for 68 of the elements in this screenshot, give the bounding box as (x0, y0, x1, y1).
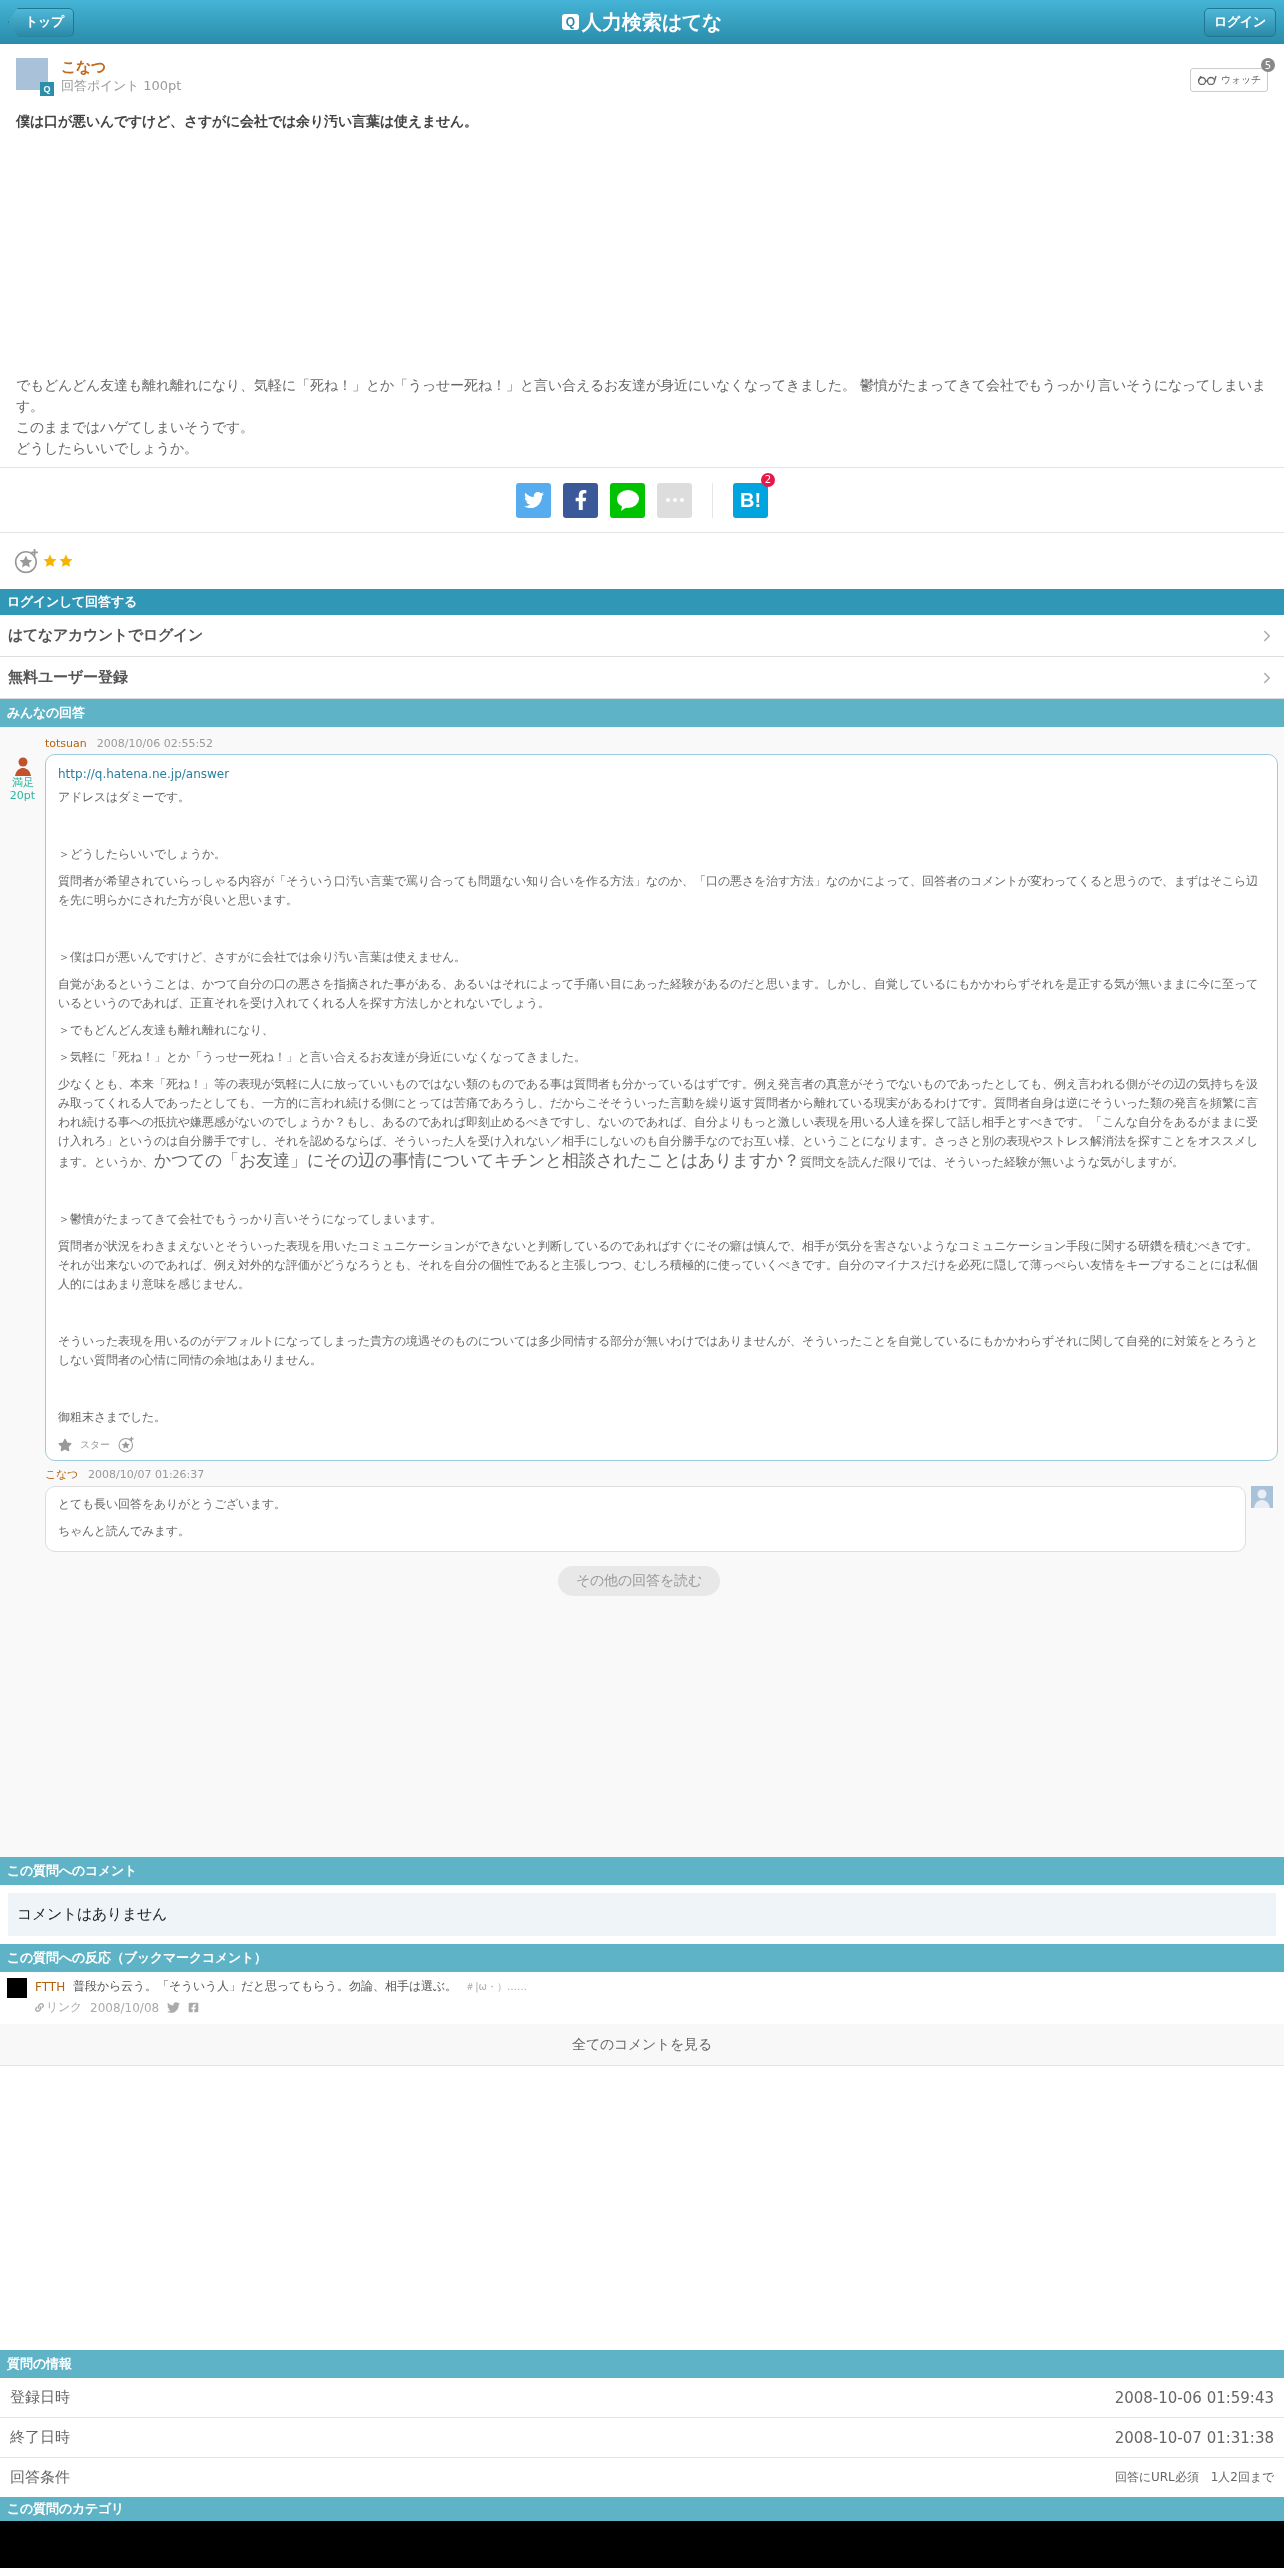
reply-date: 2008/10/07 01:26:37 (88, 1468, 205, 1481)
section-header: ログインして回答する (0, 589, 1284, 615)
question-text: このままではハゲてしまいそうです。 (16, 418, 255, 437)
answer-paragraph: ＞どうしたらいいでしょうか。 (58, 846, 227, 863)
bookmark-button[interactable]: B! (733, 482, 768, 518)
speech-q-icon: Q (562, 14, 579, 30)
answer-paragraph: ＞気軽に「死ね！」とか「うっせー死ね！」と言い合えるお友達が身近にいなくなってきました。 (58, 1049, 587, 1066)
section-header: この質問への反応（ブックマークコメント） (0, 1944, 1284, 1972)
bookmark-comment: 普段から云う。「そういう人」だと思ってもらう。勿論、相手は選ぶ。 (73, 1978, 458, 1995)
answer-link[interactable]: http://q.hatena.ne.jp/answer (58, 767, 230, 781)
section-header: この質問へのコメント (0, 1857, 1284, 1885)
rating-points: 20pt (9, 789, 36, 802)
question-text: でもどんどん友達も離れ離れになり、気軽に「死ね！」とか「うっせー死ね！」と言い合えるお友達が身近にいなくなってきました。 鬱憤がたまってきて会社でもうっかり言いそうになってしまいます。 (16, 376, 1268, 416)
reply-text: とても長い回答をありがとうございます。 (58, 1496, 287, 1513)
answer-paragraph: アドレスはダミーです。 (58, 789, 191, 806)
no-comments-message: コメントはありません (8, 1893, 1276, 1936)
question-text: どうしたらいいでしょうか。 (16, 439, 199, 458)
answer-paragraph: 自覚があるということは、かつて自分の口の悪さを指摘された事がある、あるいはそれによって手痛い目にあった経験があるのだと思います。しかし、自覚しているにもかかわらずそれを是正する気が無いままに今に至っているというのであれば、正直それを受け入れてくれる人を探す方法しかとれないでしょう。 (58, 976, 1259, 1012)
twitter-icon (523, 490, 544, 510)
answer-paragraph: 御粗末さまでした。 (58, 1409, 167, 1426)
chat-bubble-icon (615, 489, 640, 511)
answer-date: 2008/10/06 02:55:52 (96, 737, 214, 750)
bookmark-count: 2 (761, 472, 775, 487)
answer-paragraph: ＞でもどんどん友達も離れ離れになり、 (58, 1022, 275, 1039)
site-title: 人力検索はてな (582, 8, 722, 36)
info-label: 登録日時 (10, 2388, 70, 2407)
link-icon (35, 2003, 44, 2012)
reply-user: こなつ (45, 1467, 78, 1482)
rating-label: 満足 (11, 776, 34, 789)
question-title: 僕は口が悪いんですけど、さすがに会社では余り汚い言葉は使えません。 (15, 112, 479, 131)
reply-text: ちゃんと読んでみます。 (58, 1523, 191, 1540)
section-header: 質問の情報 (0, 2350, 1284, 2378)
user-name: こなつ (61, 58, 107, 77)
info-label: 終了日時 (10, 2428, 70, 2447)
login-button[interactable]: ログイン (1204, 7, 1276, 37)
bookmark-link[interactable]: リンク (35, 1999, 82, 2016)
q-badge: Q (40, 82, 54, 96)
star-label: スター (80, 1438, 110, 1452)
section-header: この質問のカテゴリ (0, 2497, 1284, 2521)
star-icon (58, 1437, 72, 1452)
info-value: 2008-10-06 01:59:43 (1114, 2388, 1274, 2407)
bookmark-tags: ＃|ω・）…… (465, 1979, 527, 1994)
section-header: みんなの回答 (0, 699, 1284, 727)
answer-user: totsuan (45, 737, 87, 750)
facebook-icon[interactable] (188, 2002, 200, 2013)
watch-count: 5 (1261, 58, 1275, 72)
answer-paragraph: 少なくとも、本来「死ね！」等の表現が気軽に人に放っていいものではない類のものである事は質問者も分かっているはずです。例え発言者の真意がそうでないものであったとしても、例え言われる側がその辺の気持ちを汲み取ってくれる人であったとしても、一方的に言われ続ける側にとっては苦痛であろうし、だからこそそういった言動を繰り返す質問者から離れている現実があるわけです。質問者自身は逆にそういった類の発言を頻繁に言われ続ける事への抵抗や嫌悪感がないのでしょうか？もし、あるのであれば即刻止めるべきですし、ないのであれば、自分よりもっと激しい表現を用いる人達を探して話し相手とすべきです。「こんな自分をあるがままに受け入れろ」というのは自分勝手ですし、それを認めるならば、そういった人を受け入れない／相手にしないのも自分勝手なのでお互い様、ということになります。さっさと別の表現やストレス解消法を探すことをオススメします。というか、かつての「お友達」にその辺の事情についてキチンと相談されたことはありますか？質問文を読んだ限りでは、そういった経験が無いような気がしますが。 (58, 1076, 1259, 1172)
twitter-icon[interactable] (167, 2001, 181, 2014)
answer-paragraph: 質問者が状況をわきまえないとそういった表現を用いたコミュニケーションができないと判断しているのであればすぐにその癖は慎んで、相手が気分を害さないようなコミュニケーション手段に関する研鑽を積むべきです。それが出来ないのであれば、例え対外的な評価がどうなろうとも、それを自分の個性であると主張しつつ、むしろ積極的に使っていくべきです。自分のマイナスだけを必死に隠して薄っぺらい友情をキープすることには私個人的にはあまり意味を感じません。 (58, 1238, 1259, 1293)
share-button[interactable] (563, 482, 598, 518)
answer-paragraph: ＞僕は口が悪いんですけど、さすがに会社では余り汚い言葉は使えません。 (58, 949, 467, 966)
info-label: 回答条件 (10, 2468, 70, 2487)
user-avatar (1251, 1486, 1273, 1508)
answer-paragraph: 質問者が希望されていらっしゃる内容が「そういう口汚い言葉で罵り合っても問題ない知り合いを作る方法」なのか、「口の悪さを治す方法」なのかによって、回答者のコメントが変わってくると思うので、まずはそこら辺を先に明らかにされた方が良いと思います。 (58, 873, 1259, 909)
answer-paragraph: ＞鬱憤がたまってきて会社でもうっかり言いそうになってしまいます。 (58, 1211, 443, 1228)
back-button[interactable]: トップ (8, 7, 74, 37)
bookmark-user[interactable]: FTTH (35, 1979, 66, 1994)
bookmark-avatar (7, 1978, 27, 1998)
more-icon (665, 498, 684, 502)
info-value: 2008-10-07 01:31:38 (1114, 2428, 1274, 2447)
more-answers-button[interactable]: その他の回答を読む (558, 1566, 720, 1596)
glasses-icon (1197, 75, 1217, 85)
all-comments-button[interactable]: 全てのコメントを見る (0, 2024, 1284, 2066)
answer-paragraph: そういった表現を用いるのがデフォルトになってしまった貴方の境遇そのものについては多少同情する部分が無いわけではありませんが、そういったことを自覚しているにもかかわらずそれに関して自発的に対策をとろうとしない質問者の心情に同情の余地はありません。 (58, 1333, 1259, 1369)
bookmark-date: 2008/10/08 (90, 2000, 160, 2015)
user-points: 回答ポイント 100pt (61, 77, 183, 95)
watch-button[interactable]: ウォッチ (1190, 68, 1268, 92)
info-value: 回答にURL必須 1人2回まで (1114, 2469, 1274, 2486)
